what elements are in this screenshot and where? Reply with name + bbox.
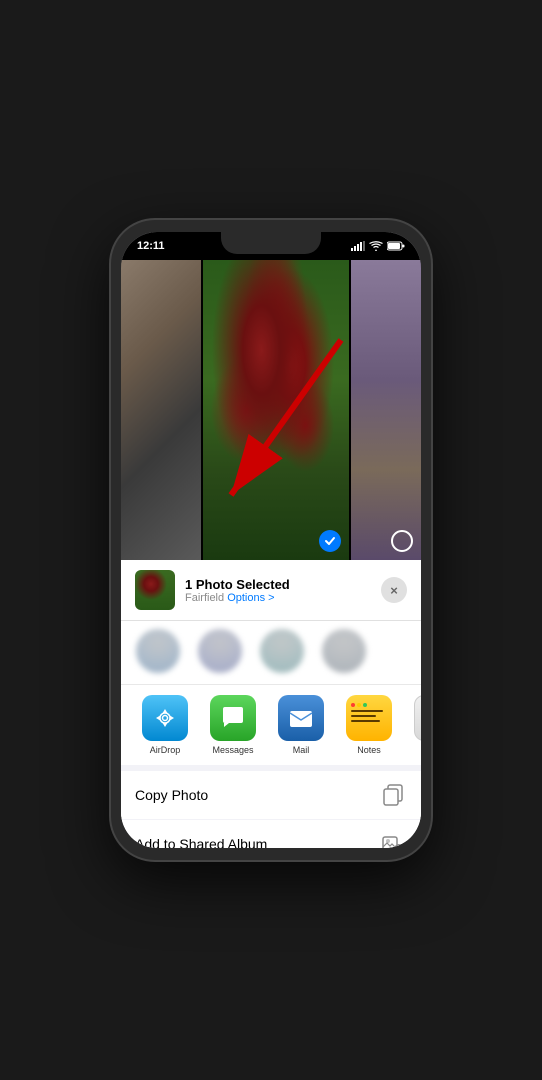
apps-row: AirDrop Messages: [121, 685, 421, 765]
share-close-button[interactable]: ×: [381, 577, 407, 603]
share-header: 1 Photo Selected Fairfield Options > ×: [121, 560, 421, 621]
notes-line-3: [351, 720, 380, 722]
contacts-row: [121, 621, 421, 685]
contact-avatar-4: [322, 629, 366, 673]
share-title-group: 1 Photo Selected Fairfield Options >: [185, 577, 371, 604]
more-icon: [414, 695, 421, 741]
share-thumbnail: [135, 570, 175, 610]
mail-label: Mail: [293, 745, 310, 755]
photo-right-image: [351, 260, 421, 560]
notes-line-1: [351, 710, 383, 712]
copy-photo-row[interactable]: Copy Photo: [121, 771, 421, 819]
share-options-link[interactable]: Options >: [227, 592, 274, 604]
mail-icon: [278, 695, 324, 741]
notes-icon: [346, 695, 392, 741]
photo-right[interactable]: [351, 260, 421, 560]
notes-dot-row: [351, 703, 387, 707]
status-time: 12:11: [137, 240, 165, 252]
photo-select-circle: [391, 530, 413, 552]
copy-photo-label: Copy Photo: [135, 787, 208, 803]
app-item-mail[interactable]: Mail: [267, 695, 335, 755]
contact-item-2[interactable]: [193, 629, 247, 676]
wifi-icon: [369, 241, 383, 251]
photo-left[interactable]: [121, 260, 201, 560]
phone-screen: 12:11: [121, 232, 421, 848]
app-item-messages[interactable]: Messages: [199, 695, 267, 755]
airdrop-icon: [142, 695, 188, 741]
notes-dot-green: [363, 703, 367, 707]
phone-device: 12:11: [111, 220, 431, 860]
contact-avatar-1: [136, 629, 180, 673]
messages-label: Messages: [212, 745, 253, 755]
share-thumbnail-image: [135, 570, 175, 610]
notes-dot-red: [351, 703, 355, 707]
share-location: Fairfield: [185, 592, 224, 604]
status-icons: [351, 241, 405, 251]
signal-icon: [351, 241, 365, 251]
notes-label: Notes: [357, 745, 381, 755]
app-item-notes[interactable]: Notes: [335, 695, 403, 755]
add-shared-album-label: Add to Shared Album: [135, 836, 267, 848]
contact-avatar-2: [198, 629, 242, 673]
contact-avatar-3: [260, 629, 304, 673]
notes-lines: [346, 695, 392, 741]
photo-center[interactable]: [203, 260, 349, 560]
contact-item-3[interactable]: [255, 629, 309, 676]
share-title: 1 Photo Selected: [185, 577, 371, 592]
photo-left-image: [121, 260, 201, 560]
photo-selected-check: [319, 530, 341, 552]
contact-item-4[interactable]: [317, 629, 371, 676]
notes-dot-yellow: [357, 703, 361, 707]
close-icon: ×: [390, 583, 398, 598]
phone-notch: [221, 232, 321, 254]
app-item-more[interactable]: Re...: [403, 695, 421, 755]
album-icon: [379, 830, 407, 848]
notes-line-2: [351, 715, 376, 717]
contact-item[interactable]: [131, 629, 185, 676]
photos-area: [121, 260, 421, 560]
photo-strip: [121, 260, 421, 560]
app-item-airdrop[interactable]: AirDrop: [131, 695, 199, 755]
add-shared-album-row[interactable]: Add to Shared Album: [121, 820, 421, 848]
airdrop-label: AirDrop: [150, 745, 181, 755]
messages-icon: [210, 695, 256, 741]
share-sheet: 1 Photo Selected Fairfield Options > ×: [121, 560, 421, 848]
photo-center-image: [203, 260, 349, 560]
copy-icon: [379, 781, 407, 809]
action-rows: Copy Photo Add to Shared Album: [121, 765, 421, 848]
share-subtitle: Fairfield Options >: [185, 592, 371, 604]
battery-icon: [387, 241, 405, 251]
